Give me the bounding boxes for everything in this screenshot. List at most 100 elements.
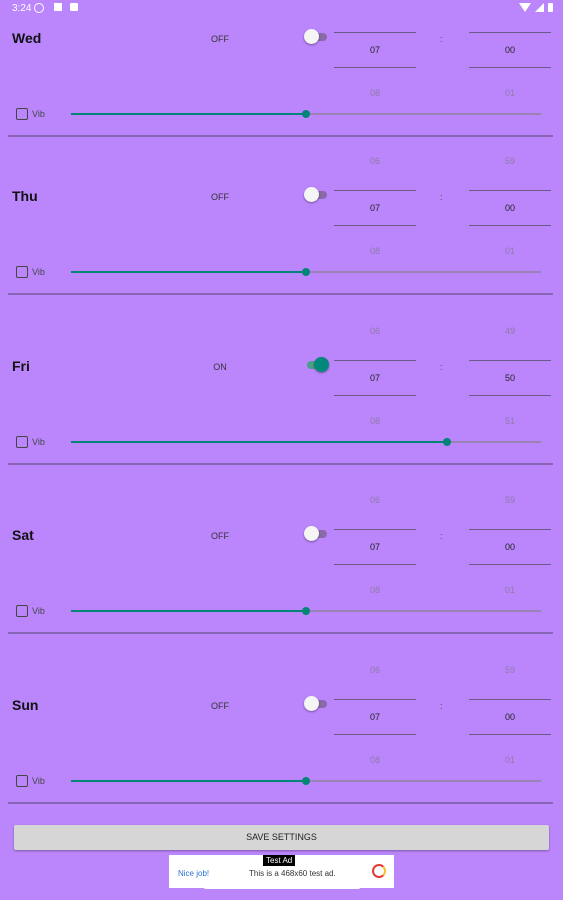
minute-prev[interactable]: 59 xyxy=(469,665,551,679)
alarm-toggle-switch[interactable] xyxy=(304,696,330,712)
minute-prev[interactable]: 59 xyxy=(469,495,551,509)
hour-prev[interactable]: 06 xyxy=(334,495,416,509)
notification-icon xyxy=(54,3,62,11)
checkbox-box[interactable] xyxy=(16,108,28,120)
minute-picker[interactable]: 59 00 01 xyxy=(469,156,551,260)
minute-picker[interactable]: 59 00 01 xyxy=(469,495,551,599)
minute-current[interactable]: 50 xyxy=(469,360,551,396)
minute-next[interactable]: 01 xyxy=(469,755,551,769)
home-indicator[interactable] xyxy=(204,886,360,889)
alarm-state-label: OFF xyxy=(211,531,229,541)
hour-picker[interactable]: 06 07 08 xyxy=(334,495,416,599)
ad-banner[interactable]: Test Ad Nice job! This is a 468x60 test … xyxy=(169,855,394,888)
row-divider xyxy=(8,632,553,634)
status-time: 3:24 xyxy=(12,3,32,14)
slider-knob[interactable] xyxy=(302,268,310,276)
alarm-toggle-switch[interactable] xyxy=(304,29,330,45)
slider-fill xyxy=(71,610,306,612)
hour-picker[interactable]: 07 08 xyxy=(334,0,416,102)
test-ad-badge: Test Ad xyxy=(263,855,296,866)
volume-slider[interactable] xyxy=(71,437,541,447)
time-separator: : xyxy=(440,531,443,541)
vibrate-label: Vib xyxy=(32,109,45,119)
alarm-toggle-switch[interactable] xyxy=(304,187,330,203)
alarm-toggle-switch[interactable] xyxy=(304,526,330,542)
minute-next[interactable]: 51 xyxy=(469,416,551,430)
slider-fill xyxy=(71,113,306,115)
hour-next[interactable]: 08 xyxy=(334,755,416,769)
hour-current[interactable]: 07 xyxy=(334,529,416,565)
minute-current[interactable]: 00 xyxy=(469,190,551,226)
slider-fill xyxy=(71,271,306,273)
volume-slider[interactable] xyxy=(71,109,541,119)
hour-current[interactable]: 07 xyxy=(334,360,416,396)
hour-next[interactable]: 08 xyxy=(334,585,416,599)
hour-current[interactable]: 07 xyxy=(334,32,416,68)
vibrate-label: Vib xyxy=(32,776,45,786)
checkbox-box[interactable] xyxy=(16,605,28,617)
alarm-state-label: OFF xyxy=(211,701,229,711)
time-separator: : xyxy=(440,362,443,372)
hour-next[interactable]: 08 xyxy=(334,88,416,102)
vibrate-checkbox[interactable]: Vib xyxy=(16,605,45,617)
volume-slider[interactable] xyxy=(71,267,541,277)
day-name: Fri xyxy=(12,358,30,374)
vibrate-checkbox[interactable]: Vib xyxy=(16,436,45,448)
vibrate-checkbox[interactable]: Vib xyxy=(16,266,45,278)
day-name: Sat xyxy=(12,527,34,543)
time-separator: : xyxy=(440,34,443,44)
minute-picker[interactable]: 49 50 51 xyxy=(469,326,551,430)
checkbox-box[interactable] xyxy=(16,775,28,787)
slider-fill xyxy=(71,441,447,443)
minute-prev[interactable]: 59 xyxy=(469,156,551,170)
day-name: Thu xyxy=(12,188,38,204)
hour-current[interactable]: 07 xyxy=(334,190,416,226)
volume-slider[interactable] xyxy=(71,606,541,616)
alarm-toggle-switch[interactable] xyxy=(304,357,330,373)
hour-prev[interactable]: 06 xyxy=(334,326,416,340)
vibrate-checkbox[interactable]: Vib xyxy=(16,775,45,787)
minute-current[interactable]: 00 xyxy=(469,529,551,565)
sd-card-icon xyxy=(70,3,78,11)
save-settings-button[interactable]: SAVE SETTINGS xyxy=(14,825,549,850)
hour-current[interactable]: 07 xyxy=(334,699,416,735)
alarm-state-label: ON xyxy=(213,362,227,372)
checkbox-box[interactable] xyxy=(16,266,28,278)
minute-prev[interactable]: 49 xyxy=(469,326,551,340)
row-divider xyxy=(8,463,553,465)
hour-next[interactable]: 08 xyxy=(334,246,416,260)
minute-prev[interactable] xyxy=(469,0,551,12)
slider-knob[interactable] xyxy=(302,110,310,118)
volume-slider[interactable] xyxy=(71,776,541,786)
slider-fill xyxy=(71,780,306,782)
vibrate-label: Vib xyxy=(32,267,45,277)
hour-picker[interactable]: 06 07 08 xyxy=(334,156,416,260)
hour-next[interactable]: 08 xyxy=(334,416,416,430)
ad-logo-icon xyxy=(372,864,386,878)
hour-prev[interactable]: 06 xyxy=(334,156,416,170)
minute-next[interactable]: 01 xyxy=(469,246,551,260)
day-name: Wed xyxy=(12,30,42,46)
minute-next[interactable]: 01 xyxy=(469,88,551,102)
row-divider xyxy=(8,802,553,804)
vibrate-label: Vib xyxy=(32,606,45,616)
slider-knob[interactable] xyxy=(302,607,310,615)
minute-current[interactable]: 00 xyxy=(469,699,551,735)
minute-next[interactable]: 01 xyxy=(469,585,551,599)
hour-picker[interactable]: 06 07 08 xyxy=(334,326,416,430)
slider-knob[interactable] xyxy=(302,777,310,785)
minute-picker[interactable]: 00 01 xyxy=(469,0,551,102)
time-separator: : xyxy=(440,192,443,202)
hour-prev[interactable]: 06 xyxy=(334,665,416,679)
slider-knob[interactable] xyxy=(443,438,451,446)
row-divider xyxy=(8,293,553,295)
ad-text: This is a 468x60 test ad. xyxy=(249,869,336,878)
vibrate-checkbox[interactable]: Vib xyxy=(16,108,45,120)
ad-cta[interactable]: Nice job! xyxy=(178,869,209,878)
hour-picker[interactable]: 06 07 08 xyxy=(334,665,416,769)
minute-current[interactable]: 00 xyxy=(469,32,551,68)
hour-prev[interactable] xyxy=(334,0,416,12)
switch-thumb xyxy=(314,357,329,372)
checkbox-box[interactable] xyxy=(16,436,28,448)
minute-picker[interactable]: 59 00 01 xyxy=(469,665,551,769)
